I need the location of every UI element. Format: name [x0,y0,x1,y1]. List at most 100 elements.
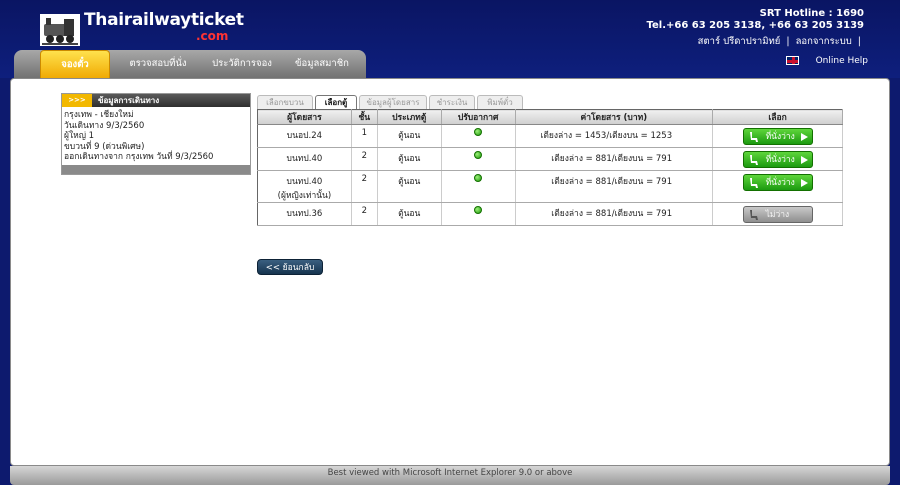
car-code: บนอป.24 [286,131,323,141]
car-ac [441,202,516,226]
hotline-phones: Tel.+66 63 205 3138, +66 63 205 3139 [646,20,864,31]
car-fare: เตียงล่าง = 881/เตียงบน = 791 [515,202,714,226]
col-ac: ปรับอากาศ [441,109,516,125]
online-help-link[interactable]: Online Help [816,56,868,66]
car-fare: เตียงล่าง = 881/เตียงบน = 791 [515,170,714,203]
user-separator: | [786,36,790,47]
car-ac [441,124,516,148]
step-select-train[interactable]: เลือกขบวน [257,95,313,109]
nav-booking[interactable]: จองตั๋ว [40,50,110,80]
seat-button-label: ที่นั่งว่าง [765,132,795,142]
table-header-row: ผู้โดยสาร ชั้น ประเภทตู้ ปรับอากาศ ค่าโด… [257,109,843,125]
car-name: บนทป.36 [257,202,352,226]
car-code: บนทป.40 [286,154,323,164]
ac-status-icon [474,206,483,214]
step-select-car[interactable]: เลือกตู้ [315,95,357,109]
seat-available-button[interactable]: ที่นั่งว่าง [742,174,813,191]
seat-button-label: ที่นั่งว่าง [765,178,795,188]
ac-status-icon [474,174,483,182]
car-type: ตู้นอน [377,124,442,148]
main-content: >>> ข้อมูลการเดินทาง กรุงเทพ - เชียงใหม่… [10,78,890,466]
car-select: ที่นั่งว่าง [712,170,843,203]
trip-panel-footer [62,165,250,174]
car-fare: เตียงล่าง = 1453/เตียงบน = 1253 [515,124,714,148]
ac-status-icon [474,128,483,136]
logo-suffix: .com [196,29,229,43]
hotline-number: SRT Hotline : 1690 [759,8,864,19]
car-class: 1 [351,124,378,148]
col-fare: ค่าโดยสาร (บาท) [515,109,714,125]
seat-unavailable-button: ไม่ว่าง [742,206,813,223]
seat-button-label: ที่นั่งว่าง [765,155,795,165]
car-class: 2 [351,170,378,203]
seat-available-button[interactable]: ที่นั่งว่าง [742,151,813,168]
car-table: ผู้โดยสาร ชั้น ประเภทตู้ ปรับอากาศ ค่าโด… [257,109,843,226]
car-type: ตู้นอน [377,170,442,203]
seat-available-button[interactable]: ที่นั่งว่าง [742,128,813,145]
car-select: ที่นั่งว่าง [712,124,843,148]
col-class: ชั้น [351,109,378,125]
user-trailing-separator: | [857,36,861,47]
car-code: บนทป.40 [286,177,323,187]
car-fare: เตียงล่าง = 881/เตียงบน = 791 [515,147,714,171]
car-select: ไม่ว่าง [712,202,843,226]
header: Thairailwayticket .com SRT Hotline : 169… [0,0,900,80]
user-name[interactable]: สตาร์ ปรีดาปรามิทย์ [698,36,781,47]
logout-link[interactable]: ลอกจากระบบ [796,36,852,47]
play-arrow-icon [800,133,808,141]
car-name: บนอป.24 [257,124,352,148]
col-type: ประเภทตู้ [377,109,442,125]
table-row: บนอป.24 1 ตู้นอน เตียงล่าง = 1453/เตียงบ… [257,124,843,148]
trip-arrows: >>> [62,94,92,107]
table-row: บนทป.40 2 ตู้นอน เตียงล่าง = 881/เตียงบน… [257,147,843,171]
car-note: (ผู้หญิงเท่านั้น) [277,191,332,201]
trip-route: กรุงเทพ - เชียงใหม่ [64,110,134,120]
table-row: บนทป.36 2 ตู้นอน เตียงล่าง = 881/เตียงบน… [257,202,843,226]
seat-button-label: ไม่ว่าง [765,210,790,220]
ac-status-icon [474,151,483,159]
hotline-info: SRT Hotline : 1690 Tel.+66 63 205 3138, … [646,8,864,32]
play-arrow-icon [800,156,808,164]
trip-departure: ออกเดินทางจาก กรุงเทพ วันที่ 9/3/2560 [64,152,214,162]
trip-details: กรุงเทพ - เชียงใหม่ วันเดินทาง 9/3/2560 … [62,107,250,166]
trip-info-panel: >>> ข้อมูลการเดินทาง กรุงเทพ - เชียงใหม่… [61,93,251,175]
col-select: เลือก [712,109,843,125]
seat-icon [749,132,758,142]
nav-member-info[interactable]: ข้อมูลสมาชิก [282,50,362,80]
car-ac [441,147,516,171]
step-print-ticket: พิมพ์ตั๋ว [477,95,523,109]
col-car: ผู้โดยสาร [257,109,352,125]
car-type: ตู้นอน [377,202,442,226]
main-nav: จองตั๋ว ตรวจสอบที่นั่ง ประวัติการจอง ข้อ… [14,50,366,80]
seat-icon [749,210,758,220]
play-arrow-icon [800,179,808,187]
seat-icon [749,178,758,188]
back-button[interactable]: << ย้อนกลับ [257,259,323,275]
trip-date: วันเดินทาง 9/3/2560 [64,120,145,131]
trip-passengers: ผู้ใหญ่ 1 [64,131,95,141]
site-logo[interactable]: Thairailwayticket .com [38,8,244,48]
nav-check-seat[interactable]: ตรวจสอบที่นั่ง [118,50,198,80]
logo-name: Thairailwayticket [84,10,244,30]
footer: Best viewed with Microsoft Internet Expl… [10,466,890,485]
train-icon [40,14,80,46]
step-passenger-info: ข้อมูลผู้โดยสาร [359,95,427,109]
nav-history[interactable]: ประวัติการจอง [200,50,284,80]
car-name: บนทป.40 [257,147,352,171]
trip-title-text: ข้อมูลการเดินทาง [98,96,160,105]
trip-train: ขบวนที่ 9 (ด่วนพิเศษ) [64,141,145,152]
trip-info-title: >>> ข้อมูลการเดินทาง [62,94,250,107]
user-bar: สตาร์ ปรีดาปรามิทย์ | ลอกจากระบบ | [698,34,864,49]
seat-icon [749,155,758,165]
car-select: ที่นั่งว่าง [712,147,843,171]
car-type: ตู้นอน [377,147,442,171]
car-code: บนทป.36 [286,209,323,219]
table-row: บนทป.40 (ผู้หญิงเท่านั้น) 2 ตู้นอน เตียง… [257,170,843,203]
car-class: 2 [351,147,378,171]
car-name: บนทป.40 (ผู้หญิงเท่านั้น) [257,170,352,203]
car-class: 2 [351,202,378,226]
uk-flag-icon[interactable] [785,56,799,65]
step-payment: ชำระเงิน [429,95,475,109]
car-ac [441,170,516,203]
language-help: Online Help [785,56,868,66]
